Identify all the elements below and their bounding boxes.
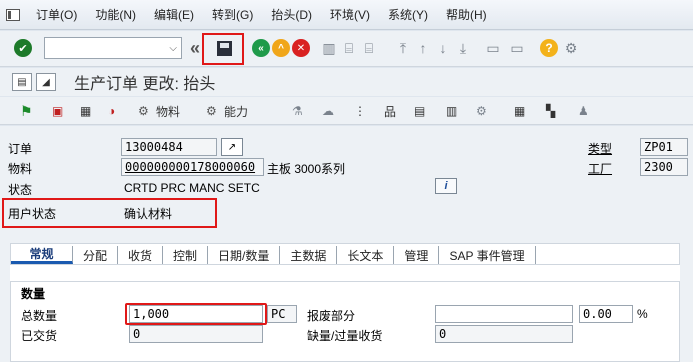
tab-assignment[interactable]: 分配 bbox=[73, 246, 119, 264]
cost-icon[interactable]: ◑ bbox=[108, 103, 115, 119]
system-menu-icon[interactable] bbox=[6, 8, 20, 21]
shortcut-icon[interactable]: ▭ bbox=[508, 39, 526, 57]
application-toolbar: ⚑ ▣ ▦ ◑ ⚙ 物料 ⚙ 能力 ⚗ ☁ ⋮ 品 ▤ ▥ ⚙ ▦ ▚ ♟ bbox=[0, 97, 693, 125]
capacity-icon: ⚙ bbox=[206, 104, 217, 118]
back-icon[interactable]: « bbox=[252, 39, 270, 57]
order-type-label: 类型 bbox=[588, 142, 613, 156]
page-title: 生产订单 更改: 抬头 bbox=[74, 76, 216, 93]
status-label: 状态 bbox=[8, 183, 33, 197]
options-gear-icon[interactable]: ⚙ bbox=[476, 103, 487, 119]
enter-check-icon[interactable]: ✔ bbox=[14, 39, 32, 57]
order-field[interactable]: 13000484 bbox=[121, 138, 217, 156]
standard-toolbar: ✔ ⌵ « « ^ ✕ ▥ ⌸ ⌸ ⤒ ↑ ↓ ⤓ ▭ ▭ ? ⚙ bbox=[0, 31, 693, 67]
order-type-field[interactable]: ZP01 bbox=[640, 138, 688, 156]
tab-panel bbox=[10, 265, 680, 281]
plant-label: 工厂 bbox=[588, 162, 613, 176]
print-icon[interactable]: ▥ bbox=[320, 39, 338, 57]
menu-environment[interactable]: 环境(V) bbox=[330, 6, 370, 23]
people-icon[interactable]: ♟ bbox=[578, 103, 589, 119]
scrap-percent-field[interactable]: 0.00 bbox=[579, 305, 633, 323]
capacity-button-label: 能力 bbox=[224, 104, 249, 119]
percent-sign: % bbox=[637, 307, 648, 321]
delivered-field: 0 bbox=[129, 325, 263, 343]
text-icon[interactable]: ▥ bbox=[446, 103, 457, 119]
material-description: 主板 3000系列 bbox=[267, 162, 346, 176]
menu-help[interactable]: 帮助(H) bbox=[446, 6, 487, 23]
cloud-icon[interactable]: ☁ bbox=[322, 103, 334, 119]
pick-order-icon[interactable]: ↗ bbox=[221, 138, 243, 156]
plant-field[interactable]: 2300 bbox=[640, 158, 688, 176]
tab-administration[interactable]: 管理 bbox=[394, 246, 440, 264]
menu-edit[interactable]: 编辑(E) bbox=[154, 6, 194, 23]
menu-bar: 订单(O) 功能(N) 编辑(E) 转到(G) 抬头(D) 环境(V) 系统(Y… bbox=[0, 0, 693, 30]
settings-gear-icon[interactable]: ⚙ bbox=[562, 39, 580, 57]
material-field[interactable]: 000000000178000060 bbox=[121, 158, 264, 176]
menu-goto[interactable]: 转到(G) bbox=[212, 6, 253, 23]
tab-dates-quantities[interactable]: 日期/数量 bbox=[208, 246, 281, 264]
sequence-icon[interactable]: ⋮ bbox=[354, 103, 366, 119]
save-button[interactable] bbox=[215, 39, 233, 57]
delivered-label: 已交货 bbox=[21, 329, 58, 343]
tab-long-text[interactable]: 长文本 bbox=[337, 246, 395, 264]
title-bar: ▤ ◢ 生产订单 更改: 抬头 bbox=[0, 68, 693, 96]
exit-icon[interactable]: ^ bbox=[272, 39, 290, 57]
save-disk-icon bbox=[216, 40, 232, 56]
tab-master-data[interactable]: 主数据 bbox=[280, 246, 338, 264]
previous-page-icon[interactable]: ↑ bbox=[414, 39, 432, 57]
menu-order[interactable]: 订单(O) bbox=[36, 6, 77, 23]
chevron-down-icon[interactable]: ⌵ bbox=[169, 43, 177, 54]
status-info-icon[interactable]: i bbox=[435, 178, 457, 194]
user-status-highlight-box bbox=[2, 198, 217, 228]
menu-function[interactable]: 功能(N) bbox=[95, 6, 136, 23]
calculator-icon[interactable]: ▦ bbox=[80, 103, 91, 119]
find-icon[interactable]: ⌸ bbox=[340, 39, 358, 57]
quantity-group: 数量 总数量 1,000 PC 已交货 0 报废部分 0.00 % 缺量/过量收… bbox=[10, 281, 680, 362]
tab-goods-receipt[interactable]: 收货 bbox=[118, 246, 164, 264]
document-icon[interactable]: ▣ bbox=[52, 103, 63, 119]
scrap-label: 报废部分 bbox=[307, 309, 356, 323]
order-header-form: 订单 13000484 ↗ 物料 000000000178000060 主板 3… bbox=[0, 126, 693, 362]
menu-system[interactable]: 系统(Y) bbox=[388, 6, 428, 23]
display-change-icon[interactable]: ▤ bbox=[12, 73, 32, 91]
flag-icon[interactable]: ⚑ bbox=[20, 103, 33, 119]
capacity-button[interactable]: ⚙ 能力 bbox=[206, 103, 248, 119]
menu-header[interactable]: 抬头(D) bbox=[271, 6, 312, 23]
help-icon[interactable]: ? bbox=[540, 39, 558, 57]
table-icon[interactable]: ▦ bbox=[514, 103, 525, 119]
cancel-icon[interactable]: ✕ bbox=[292, 39, 310, 57]
other-object-icon[interactable]: ◢ bbox=[36, 73, 56, 91]
scrap-field[interactable] bbox=[435, 305, 573, 323]
command-field[interactable]: ⌵ bbox=[44, 37, 182, 59]
next-page-icon[interactable]: ↓ bbox=[434, 39, 452, 57]
first-page-icon[interactable]: ⤒ bbox=[394, 39, 412, 57]
shortage-label: 缺量/过量收货 bbox=[307, 329, 383, 343]
hierarchy-icon[interactable]: ⚗ bbox=[292, 103, 303, 119]
material-button[interactable]: ⚙ 物料 bbox=[138, 103, 180, 119]
status-value: CRTD PRC MANC SETC bbox=[124, 181, 260, 195]
layout-icon[interactable]: ▚ bbox=[546, 103, 555, 119]
display-icon[interactable]: ▤ bbox=[414, 103, 425, 119]
total-quantity-label: 总数量 bbox=[21, 309, 58, 323]
last-page-icon[interactable]: ⤓ bbox=[454, 39, 472, 57]
unit-field[interactable]: PC bbox=[267, 305, 297, 323]
order-label: 订单 bbox=[8, 142, 33, 156]
tab-control[interactable]: 控制 bbox=[163, 246, 209, 264]
total-quantity-focus-box bbox=[125, 303, 267, 325]
quantity-group-title: 数量 bbox=[21, 287, 46, 301]
network-icon[interactable]: 品 bbox=[384, 103, 396, 119]
tab-strip: 常规 分配 收货 控制 日期/数量 主数据 长文本 管理 SAP 事件管理 bbox=[10, 243, 680, 265]
material-icon: ⚙ bbox=[138, 104, 149, 118]
shortage-field: 0 bbox=[435, 325, 573, 343]
tab-general[interactable]: 常规 bbox=[11, 246, 73, 264]
find-next-icon[interactable]: ⌸ bbox=[360, 39, 378, 57]
new-session-icon[interactable]: ▭ bbox=[484, 39, 502, 57]
material-button-label: 物料 bbox=[156, 104, 181, 119]
material-label: 物料 bbox=[8, 162, 33, 176]
tab-sap-event-management[interactable]: SAP 事件管理 bbox=[439, 246, 536, 264]
